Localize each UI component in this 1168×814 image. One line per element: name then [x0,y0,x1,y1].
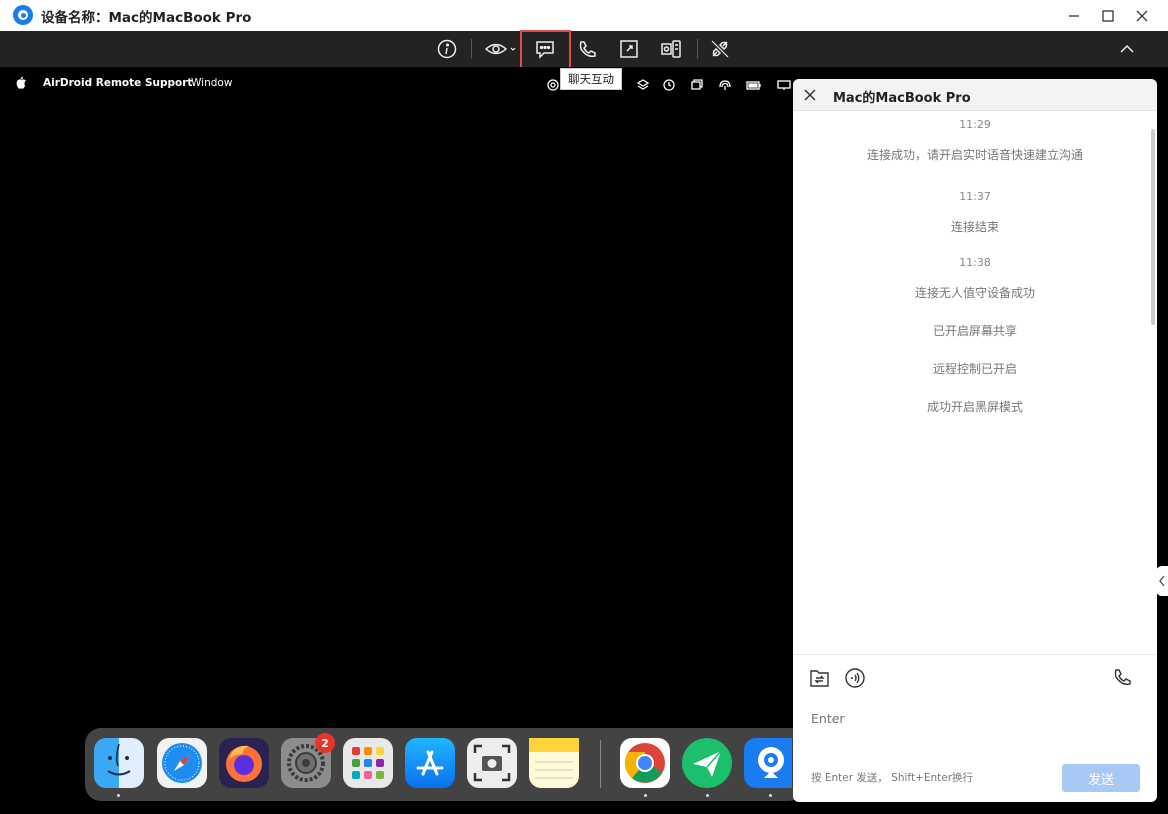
airdrop-icon[interactable] [718,77,732,91]
expand-icon [620,40,638,58]
chevron-up-icon [1120,44,1134,53]
dock-safari-icon[interactable] [157,738,207,788]
system-message: 成功开启黑屏模式 [926,400,1023,414]
remote-toolbar [0,31,1168,67]
dock-airdroid-icon[interactable] [744,738,792,788]
dock-firefox-icon[interactable] [219,738,269,788]
dock-chrome-icon[interactable] [620,738,670,788]
info-button[interactable] [430,33,464,65]
chat-title: Mac的MacBook Pro [833,91,971,106]
remote-mac-dock: 2 [85,728,805,801]
chat-panel: Mac的MacBook Pro 11:29 连接成功，请开启实时语音快速建立沟通… [793,79,1157,802]
settings-badge: 2 [315,733,335,753]
chevron-left-icon [1159,575,1165,587]
dock-running-indicator [644,794,647,797]
timer-icon[interactable] [662,77,676,91]
dock-finder-icon[interactable] [94,738,144,788]
dock-separator [600,740,601,788]
dock-screenshot-icon[interactable] [467,738,517,788]
minimize-button[interactable] [1057,0,1091,31]
system-message: 远程控制已开启 [932,362,1017,376]
voice-wave-icon [845,668,865,688]
disconnect-button[interactable] [703,33,737,65]
collapse-toolbar-button[interactable] [1110,33,1144,65]
airdroid-logo-icon [13,5,33,25]
view-mode-button[interactable] [482,33,518,65]
phone-icon [1114,669,1131,686]
system-message: 连接无人值守设备成功 [914,286,1035,300]
window-copy-icon[interactable] [690,77,704,91]
device-icon [661,40,681,58]
eye-icon [484,43,516,55]
panel-toggle-handle[interactable] [1156,566,1168,596]
send-file-button[interactable] [809,667,831,689]
maximize-icon [1102,9,1114,22]
chat-send-hint: 按 Enter 发送， Shift+Enter换行 [811,772,974,784]
device-tools-button[interactable] [654,33,688,65]
message-timestamp: 11:29 [959,118,991,131]
message-timestamp: 11:38 [959,256,991,269]
maximize-button[interactable] [1091,0,1125,31]
disconnect-icon [711,40,729,58]
menu-app-name[interactable]: AirDroid Remote Support [43,77,192,89]
chat-message-input[interactable] [811,707,1131,729]
fullscreen-button[interactable] [612,33,646,65]
file-transfer-icon [810,670,829,687]
minimize-icon [1069,14,1079,17]
menu-window[interactable]: Window [191,77,232,89]
layers-icon[interactable] [636,77,650,91]
chat-tooltip: 聊天互动 [560,68,622,90]
dock-running-indicator [706,794,709,797]
display-icon[interactable] [777,77,791,91]
system-message: 连接成功，请开启实时语音快速建立沟通 [866,148,1083,162]
close-icon [804,89,816,101]
lifebuoy-icon[interactable] [546,77,560,91]
window-titlebar: 设备名称：Mac的MacBook Pro [0,0,1168,31]
remote-mac-menubar: AirDroid Remote Support Window [0,67,793,101]
chat-call-button[interactable] [1112,667,1134,689]
chat-header: Mac的MacBook Pro [793,79,1157,111]
system-message: 已开启屏幕共享 [932,324,1017,338]
toolbar-separator [697,39,698,59]
chat-close-button[interactable] [803,87,817,101]
close-button[interactable] [1125,0,1159,31]
dock-notes-icon[interactable] [529,738,579,788]
chat-input-divider [793,654,1157,655]
chat-button-highlight [520,30,571,69]
close-icon [1136,10,1148,21]
phone-icon [579,41,596,58]
dock-running-indicator [769,794,772,797]
dock-launchpad-icon[interactable] [343,738,393,788]
system-message: 连接结束 [950,220,999,234]
dock-airdroid-remote-support-icon[interactable] [682,738,732,788]
voice-call-button[interactable] [570,33,604,65]
dock-app-store-icon[interactable] [405,738,455,788]
send-button[interactable]: 发送 [1062,764,1140,792]
message-timestamp: 11:37 [959,190,991,203]
apple-logo-icon[interactable] [15,76,27,90]
voice-message-button[interactable] [844,667,866,689]
window-title: 设备名称：Mac的MacBook Pro [41,10,252,26]
toolbar-separator [471,39,472,59]
battery-icon[interactable] [746,77,761,91]
info-icon [437,39,457,59]
dock-running-indicator [117,794,120,797]
